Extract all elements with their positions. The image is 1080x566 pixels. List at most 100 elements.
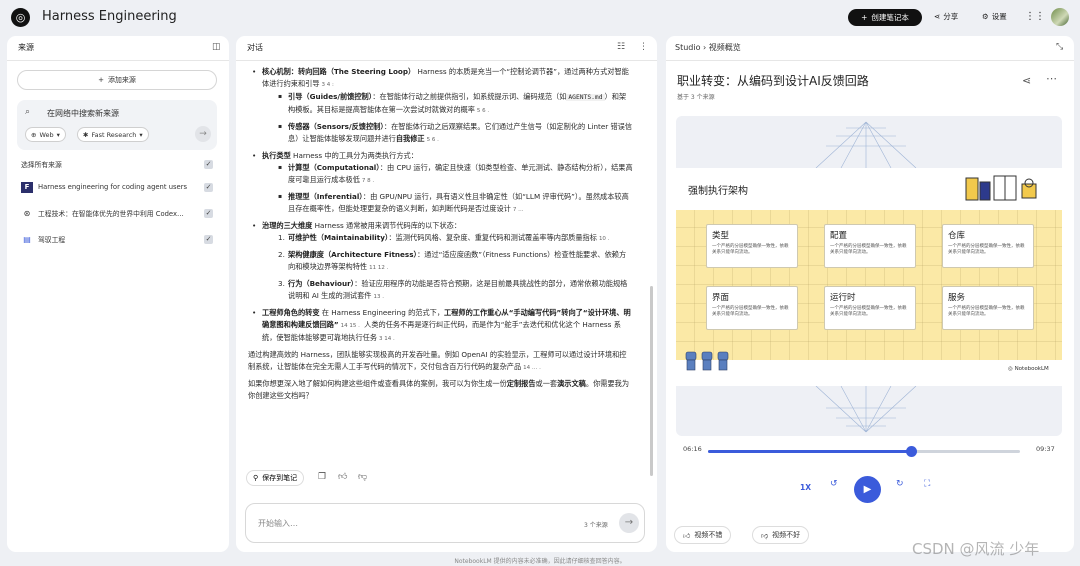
- more-vert-icon[interactable]: ⋮: [639, 42, 648, 52]
- openai-icon: ⊛: [23, 208, 31, 218]
- source-item[interactable]: F Harness engineering for coding agent us…: [21, 180, 213, 194]
- add-source-button[interactable]: + 添加来源: [17, 70, 217, 90]
- list-item: 治理的三大维度 Harness 通常被用来调节代码库的以下状态： 1.可维护性（…: [248, 220, 633, 303]
- citation-chip[interactable]: 5 6 .: [427, 134, 439, 146]
- save-note-label: 保存到笔记: [262, 474, 298, 482]
- citation-chip[interactable]: 5 6 .: [477, 105, 489, 117]
- source-count: 3 个来源: [584, 522, 608, 529]
- chevron-down-icon: ▾: [56, 130, 60, 139]
- total-time: 09:37: [1036, 445, 1055, 453]
- notebook-title[interactable]: Harness Engineering: [42, 9, 177, 24]
- citation-chip[interactable]: 3 4 :: [322, 79, 334, 91]
- citation-chip[interactable]: 13 .: [373, 291, 384, 303]
- apps-grid-icon[interactable]: ⋮⋮: [1025, 11, 1045, 22]
- divider: [236, 60, 657, 61]
- thumbs-down-icon[interactable]: 👎︎: [358, 472, 367, 482]
- source-checkbox[interactable]: ✓: [204, 234, 213, 244]
- video-player[interactable]: 强制执行架构 类型 一个严格的分层模型确保一致性，依赖关系只能单向流动。 配置 一个…: [676, 116, 1062, 436]
- source-checkbox[interactable]: ✓: [204, 182, 213, 192]
- source-item[interactable]: ▤ 驾驭工程 ✓: [21, 232, 213, 246]
- card-desc: 一个严格的分层模型确保一致性，依赖关系只能单向流动。: [830, 306, 907, 317]
- create-notebook-label: 创建笔记本: [871, 13, 909, 22]
- save-to-note-button[interactable]: ⚲ 保存到笔记: [246, 470, 305, 486]
- top-bar: ◎ Harness Engineering + 创建笔记本 ⋖ 分享 ⚙ 设置 ⋮⋮: [0, 0, 1080, 36]
- select-all-label: 选择所有来源: [21, 161, 62, 169]
- chat-input-box[interactable]: 开始输入… 3 个来源 →: [245, 503, 645, 543]
- video-title: 职业转变：从编码到设计AI反馈回路: [677, 74, 869, 88]
- chat-input[interactable]: 开始输入…: [258, 518, 298, 529]
- web-chip[interactable]: ⊕ Web ▾: [25, 127, 66, 142]
- select-all-row[interactable]: 选择所有来源 ✓: [21, 157, 213, 171]
- search-input[interactable]: 在网络中搜索新来源: [47, 108, 119, 119]
- share-label: 分享: [943, 12, 959, 21]
- card-desc: 一个严格的分层模型确保一致性，依赖关系只能单向流动。: [712, 244, 789, 255]
- books-illustration-icon: [965, 175, 1037, 201]
- layer-card: 配置 一个严格的分层模型确保一致性，依赖关系只能单向流动。: [824, 224, 916, 268]
- card-title: 仓库: [948, 231, 966, 241]
- playback-speed-button[interactable]: 1X: [800, 483, 811, 492]
- citation-chip[interactable]: 11 12 .: [369, 262, 388, 274]
- sources-panel: 来源 ◫ + 添加来源 ⌕ 在网络中搜索新来源 ⊕ Web ▾ ✱ Fast Resea…: [7, 36, 229, 552]
- layer-card: 界面 一个严格的分层模型确保一致性，依赖关系只能单向流动。: [706, 286, 798, 330]
- gear-icon: ⚙: [982, 12, 989, 21]
- list-item: 3. 行为（Behaviour）：验证应用程序的功能是否符合预期，这是目前最具挑战…: [262, 278, 633, 303]
- share-icon[interactable]: ⋖: [1022, 74, 1031, 87]
- video-subtitle: 基于 3 个来源: [677, 94, 715, 101]
- research-mode-chip[interactable]: ✱ Fast Research ▾: [77, 127, 149, 142]
- dislike-video-button[interactable]: 👎︎ 视频不好: [752, 526, 810, 544]
- card-desc: 一个严格的分层模型确保一致性，依赖关系只能单向流动。: [948, 306, 1025, 317]
- citation-chip[interactable]: 7 …: [513, 204, 524, 216]
- collapse-icon[interactable]: ⤡: [1056, 42, 1063, 52]
- card-title: 类型: [712, 231, 730, 241]
- avatar[interactable]: [1051, 8, 1069, 26]
- chat-panel: 对话 ☷ ⋮ 核心机制：转向回路（The Steering Loop） Harn…: [236, 36, 657, 552]
- research-chip-label: Fast Research: [91, 130, 137, 139]
- document-icon: ▤: [23, 234, 31, 244]
- submit-search-button[interactable]: →: [195, 126, 211, 142]
- citation-chip[interactable]: 14 15 .: [341, 320, 360, 332]
- list-item: 执行类型 Harness 中的工具分为两类执行方式： 计算型（Computati…: [248, 150, 633, 216]
- send-button[interactable]: →: [619, 513, 639, 533]
- source-label: 驾驭工程: [38, 236, 66, 244]
- create-notebook-button[interactable]: + 创建笔记本: [848, 9, 922, 26]
- current-time: 06:16: [683, 445, 702, 453]
- forward-10-icon[interactable]: ↻: [896, 479, 904, 489]
- seek-handle[interactable]: [905, 446, 917, 457]
- card-title: 服务: [948, 293, 966, 303]
- citation-chip[interactable]: 14 … .: [523, 362, 541, 374]
- notebooklm-logo-icon[interactable]: ◎: [11, 8, 30, 27]
- notebooklm-brand: ◎ NotebookLM: [1008, 366, 1049, 372]
- list-item: 工程师角色的转变 在 Harness Engineering 的范式下，工程师的…: [248, 307, 633, 345]
- settings-label: 设置: [991, 12, 1007, 21]
- pin-icon: ⚲: [253, 474, 259, 482]
- fullscreen-icon[interactable]: ⛶: [924, 479, 930, 489]
- robots-illustration-icon: [685, 351, 729, 371]
- play-button[interactable]: ▶: [854, 476, 881, 503]
- collapse-panel-icon[interactable]: ◫: [212, 42, 221, 52]
- thumbs-up-icon[interactable]: 👍︎: [338, 472, 347, 482]
- source-checkbox[interactable]: ✓: [204, 208, 213, 218]
- rewind-10-icon[interactable]: ↺: [830, 479, 838, 489]
- citation-chip[interactable]: 7 8 .: [362, 175, 374, 187]
- like-video-button[interactable]: 👍︎ 视频不错: [674, 526, 732, 544]
- copy-icon[interactable]: ❐: [318, 472, 326, 482]
- search-icon: ⌕: [25, 107, 31, 117]
- seek-bar-progress: [708, 450, 912, 453]
- source-item[interactable]: ⊛ 工程技术：在智能体优先的世界中利用 Codex… ✓: [21, 206, 213, 220]
- plus-icon: +: [861, 13, 868, 22]
- settings-button[interactable]: ⚙ 设置: [982, 11, 1007, 22]
- breadcrumb-studio[interactable]: Studio: [675, 43, 700, 52]
- list-item: 推理型（Inferential）：由 GPU/NPU 运行，具有语义性且非确定性…: [262, 191, 633, 216]
- citation-chip[interactable]: 3 14 .: [379, 333, 395, 345]
- tune-icon[interactable]: ☷: [617, 42, 625, 52]
- more-horiz-icon[interactable]: ⋯: [1046, 72, 1057, 85]
- share-icon: ⋖: [934, 12, 941, 21]
- share-button[interactable]: ⋖ 分享: [934, 11, 958, 22]
- citation-chip[interactable]: 10 .: [599, 233, 610, 245]
- card-desc: 一个严格的分层模型确保一致性，依赖关系只能单向流动。: [712, 306, 789, 317]
- select-all-checkbox[interactable]: ✓: [204, 159, 213, 169]
- seek-bar[interactable]: [708, 446, 1020, 457]
- scrollbar[interactable]: [650, 286, 653, 476]
- studio-panel: Studio › 视频概览 ⤡ 职业转变：从编码到设计AI反馈回路 基于 3 个…: [666, 36, 1074, 552]
- thumbs-up-icon: 👍︎: [683, 531, 691, 540]
